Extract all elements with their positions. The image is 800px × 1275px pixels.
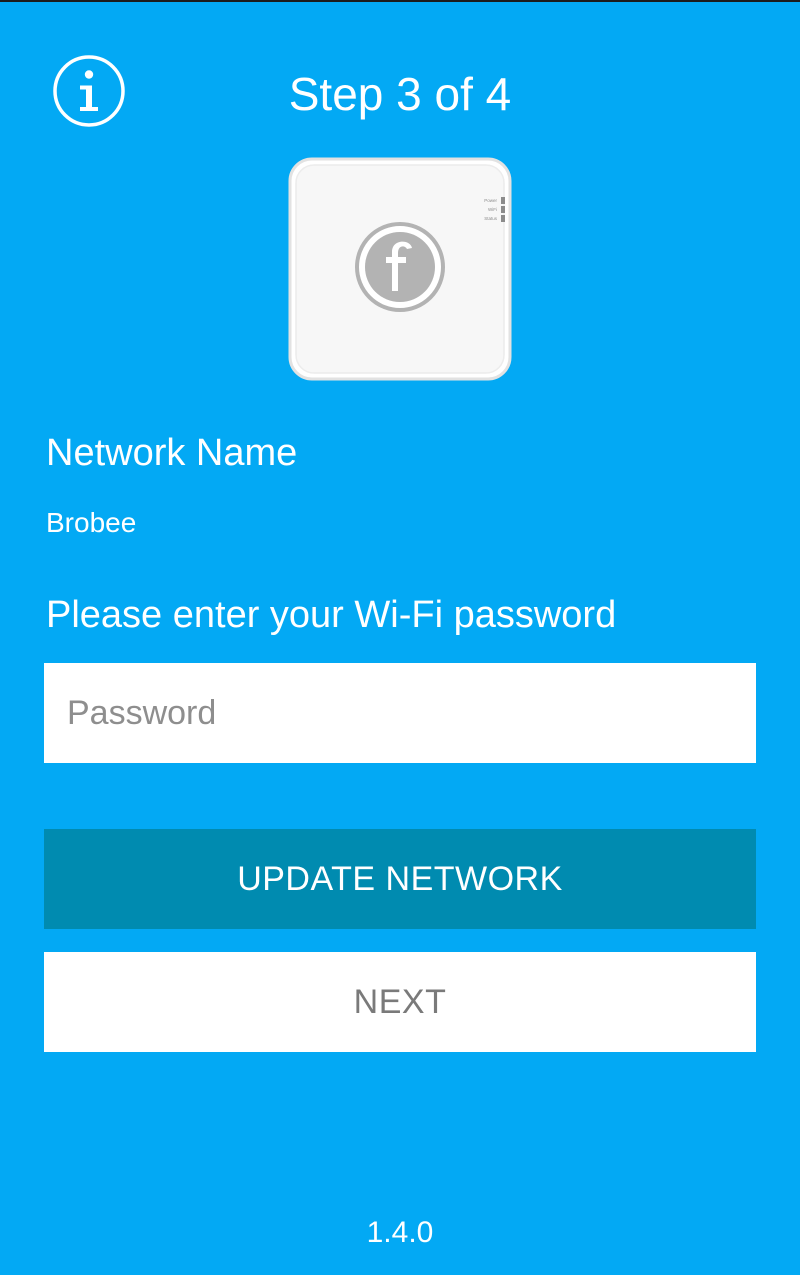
led-label-status: Status — [484, 216, 498, 221]
network-name-value: Brobee — [46, 507, 137, 538]
app-version: 1.4.0 — [366, 1216, 434, 1249]
next-button[interactable]: NEXT — [44, 952, 756, 1052]
password-input[interactable] — [44, 663, 756, 763]
step-title: Step 3 of 4 — [288, 68, 512, 120]
network-name-label: Network Name — [46, 432, 298, 474]
led-label-wifi: WiFi — [488, 207, 497, 212]
hub-device-image: Power WiFi Status — [288, 157, 512, 381]
status-bar-edge — [0, 0, 800, 2]
update-network-button[interactable]: UPDATE NETWORK — [44, 829, 756, 929]
password-prompt: Please enter your Wi-Fi password — [46, 594, 617, 636]
led-label-power: Power — [484, 198, 497, 203]
